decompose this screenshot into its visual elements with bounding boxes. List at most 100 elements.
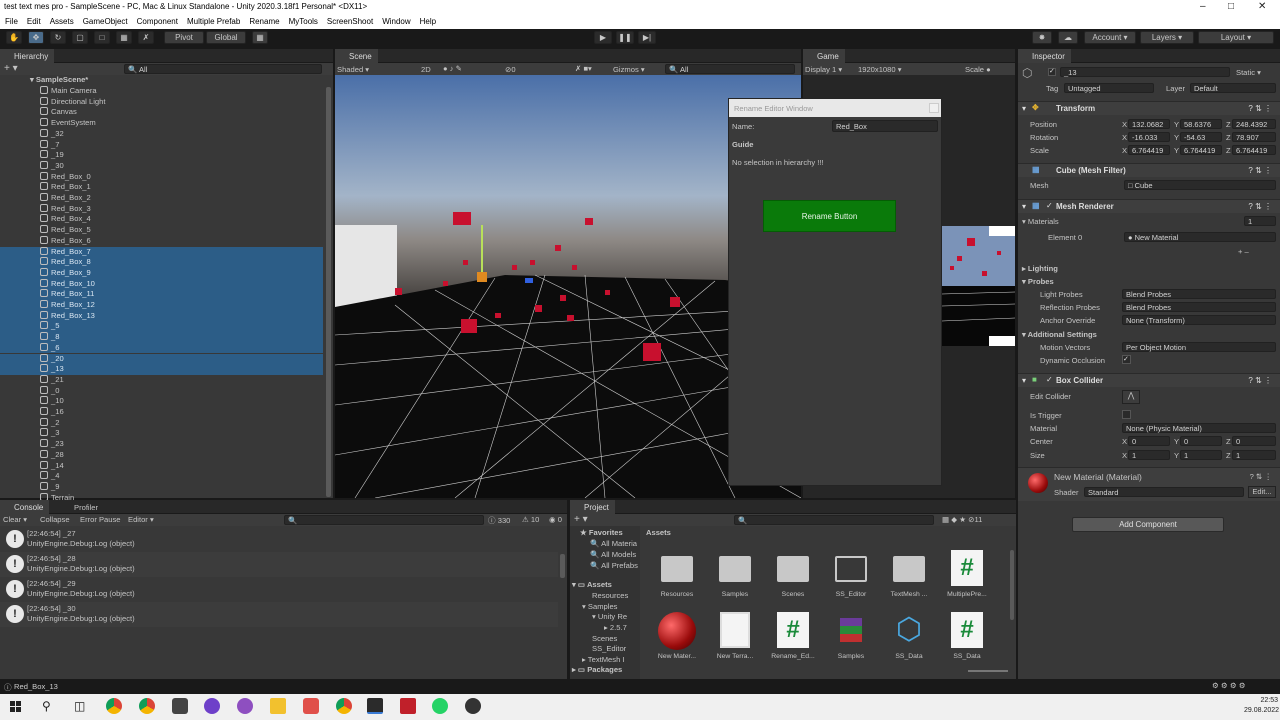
asset-label[interactable]: TextMesh ... bbox=[880, 591, 938, 598]
asset-zoom-slider[interactable] bbox=[968, 670, 1008, 672]
transform-tool-icon[interactable]: ▦ bbox=[116, 31, 132, 44]
cloud-icon[interactable]: ☁ bbox=[1058, 31, 1078, 44]
hierarchy-item[interactable]: EventSystem bbox=[0, 118, 323, 129]
file-explorer-icon[interactable] bbox=[270, 698, 286, 714]
add-component-button[interactable]: Add Component bbox=[1072, 517, 1224, 532]
hierarchy-item[interactable]: _4 bbox=[0, 471, 323, 482]
tree-resources[interactable]: Resources bbox=[592, 591, 628, 600]
transform-rotation-y-field[interactable]: -54.63 bbox=[1180, 132, 1222, 142]
menu-rename[interactable]: Rename bbox=[244, 15, 283, 29]
folder-icon[interactable] bbox=[777, 556, 809, 582]
hierarchy-item[interactable]: Red_Box_6 bbox=[0, 235, 323, 247]
edit-collider-button[interactable]: ⋀ bbox=[1122, 390, 1140, 404]
minimize-button[interactable]: – bbox=[1200, 1, 1206, 12]
tab-scene[interactable]: Scene bbox=[335, 49, 378, 63]
hierarchy-item[interactable]: Red_Box_7 bbox=[0, 246, 323, 258]
hierarchy-item[interactable]: _2 bbox=[0, 417, 323, 429]
rename-button[interactable]: Rename Button bbox=[763, 200, 896, 232]
hierarchy-scrollbar[interactable] bbox=[326, 87, 331, 497]
console-entry[interactable]: ! [22:46:54] _28 UnityEngine.Debug:Log (ob… bbox=[0, 552, 558, 577]
asset-label[interactable]: Samples bbox=[706, 591, 764, 598]
active-checkbox[interactable]: ✓ bbox=[1048, 68, 1056, 76]
menu-help[interactable]: Help bbox=[415, 15, 440, 29]
hierarchy-item[interactable]: _10 bbox=[0, 396, 323, 407]
resolution-dropdown[interactable]: 1920x1080 ▾ bbox=[858, 65, 902, 74]
task-view-icon[interactable]: ◫ bbox=[74, 699, 85, 713]
warn-count-toggle[interactable]: ⚠ 10 bbox=[522, 515, 539, 524]
status-icons[interactable]: ⚙ ⚙ ⚙ ⚙ bbox=[1212, 681, 1246, 690]
object-name-input[interactable]: _13 bbox=[1060, 67, 1230, 77]
2d-toggle[interactable]: 2D bbox=[421, 65, 431, 74]
rename-window-titlebar[interactable]: Rename Editor Window bbox=[729, 99, 941, 117]
packages-foldout[interactable]: ▸ ▭ Packages bbox=[572, 665, 622, 674]
hierarchy-item[interactable]: Red_Box_10 bbox=[0, 278, 323, 290]
clear-button[interactable]: Clear ▾ bbox=[3, 515, 27, 524]
tab-game[interactable]: Game bbox=[803, 49, 845, 63]
tree-samples[interactable]: ▾ Samples bbox=[582, 602, 617, 611]
additional-settings-foldout[interactable]: ▾ Additional Settings bbox=[1022, 330, 1097, 339]
is-trigger-checkbox[interactable] bbox=[1122, 410, 1131, 419]
lighting-foldout[interactable]: ▸ Lighting bbox=[1022, 264, 1058, 273]
size-y-field[interactable]: 1 bbox=[1180, 450, 1222, 460]
material-sphere-icon[interactable] bbox=[658, 612, 696, 650]
static-toggle[interactable]: Static ▾ bbox=[1236, 68, 1261, 77]
mesh-filter-header[interactable]: ▦ Cube (Mesh Filter)? ⇅ ⋮ bbox=[1018, 163, 1280, 177]
hierarchy-item[interactable]: _19 bbox=[0, 150, 323, 161]
menu-window[interactable]: Window bbox=[377, 15, 414, 29]
rect-tool-icon[interactable]: □ bbox=[94, 31, 110, 44]
hierarchy-item[interactable]: _20 bbox=[0, 353, 323, 365]
asset-label[interactable]: New Terra... bbox=[706, 653, 764, 660]
reflection-probes-dropdown[interactable]: Blend Probes bbox=[1122, 302, 1276, 312]
tree-unity-re[interactable]: ▾ Unity Re bbox=[592, 612, 627, 621]
layout-dropdown[interactable]: Layout ▾ bbox=[1198, 31, 1274, 44]
folder-icon[interactable] bbox=[719, 556, 751, 582]
mesh-renderer-header[interactable]: ▾ ▦ ✓ Mesh Renderer? ⇅ ⋮ bbox=[1018, 199, 1280, 213]
gizmos-dropdown[interactable]: Gizmos ▾ bbox=[613, 65, 645, 74]
search-icon[interactable]: ⚲ bbox=[42, 699, 51, 713]
hierarchy-item[interactable]: Red_Box_8 bbox=[0, 257, 323, 268]
display-dropdown[interactable]: Display 1 ▾ bbox=[805, 65, 842, 74]
status-text[interactable]: Red_Box_13 bbox=[14, 682, 58, 691]
visual-studio-icon[interactable] bbox=[367, 698, 383, 714]
favorite-all-models[interactable]: 🔍 All Models bbox=[590, 550, 636, 559]
account-dropdown[interactable]: Account ▾ bbox=[1084, 31, 1136, 44]
tag-dropdown[interactable]: Untagged bbox=[1064, 83, 1154, 93]
mesh-field[interactable]: □ Cube bbox=[1124, 180, 1276, 190]
scene-root[interactable]: ▾ SampleScene* bbox=[30, 75, 88, 86]
dynamic-occlusion-checkbox[interactable]: ✓ bbox=[1122, 355, 1131, 364]
shading-dropdown[interactable]: Shaded ▾ bbox=[337, 65, 369, 74]
transform-scale-z-field[interactable]: 6.764419 bbox=[1232, 145, 1276, 155]
hierarchy-item[interactable]: Red_Box_3 bbox=[0, 203, 323, 215]
transform-position-z-field[interactable]: 248.4392 bbox=[1232, 119, 1276, 129]
paint-icon[interactable] bbox=[303, 698, 319, 714]
hierarchy-item[interactable]: _9 bbox=[0, 481, 323, 493]
asset-label[interactable]: Samples bbox=[822, 653, 880, 660]
chrome-alt-icon[interactable] bbox=[336, 698, 352, 714]
app-icon[interactable] bbox=[237, 698, 253, 714]
asset-label[interactable]: SS_Editor bbox=[822, 591, 880, 598]
grid-snap-icon[interactable]: ▦ bbox=[252, 31, 268, 44]
console-search-input[interactable]: 🔍 bbox=[284, 515, 484, 525]
hierarchy-item[interactable]: _3 bbox=[0, 428, 323, 439]
asset-label[interactable]: Resources bbox=[648, 591, 706, 598]
pause-button[interactable]: ❚❚ bbox=[616, 31, 634, 44]
box-collider-header[interactable]: ▾ ■ ✓ Box Collider? ⇅ ⋮ bbox=[1018, 373, 1280, 387]
hierarchy-item[interactable]: Directional Light bbox=[0, 96, 323, 108]
add-remove-material[interactable]: + – bbox=[1238, 247, 1249, 256]
hierarchy-item[interactable]: _23 bbox=[0, 439, 323, 450]
menu-gameobject[interactable]: GameObject bbox=[78, 15, 132, 29]
script-data-icon[interactable]: ⬡ bbox=[892, 612, 926, 648]
tree-scenes[interactable]: Scenes bbox=[592, 634, 617, 643]
transform-scale-y-field[interactable]: 6.764419 bbox=[1180, 145, 1222, 155]
hierarchy-item[interactable]: _13 bbox=[0, 364, 323, 375]
hierarchy-item[interactable]: _6 bbox=[0, 342, 323, 354]
error-count-toggle[interactable]: ◉ 0 bbox=[549, 515, 562, 524]
transform-position-x-field[interactable]: 132.0682 bbox=[1128, 119, 1170, 129]
hand-tool-icon[interactable]: ✋ bbox=[6, 31, 22, 44]
hierarchy-item[interactable]: _30 bbox=[0, 160, 323, 172]
tree-ss-editor[interactable]: SS_Editor bbox=[592, 644, 626, 653]
hidden-count[interactable]: ⊘0 bbox=[505, 65, 516, 74]
hierarchy-item[interactable]: Red_Box_13 bbox=[0, 310, 323, 322]
motion-vectors-dropdown[interactable]: Per Object Motion bbox=[1122, 342, 1276, 352]
hierarchy-item[interactable]: _7 bbox=[0, 139, 323, 151]
